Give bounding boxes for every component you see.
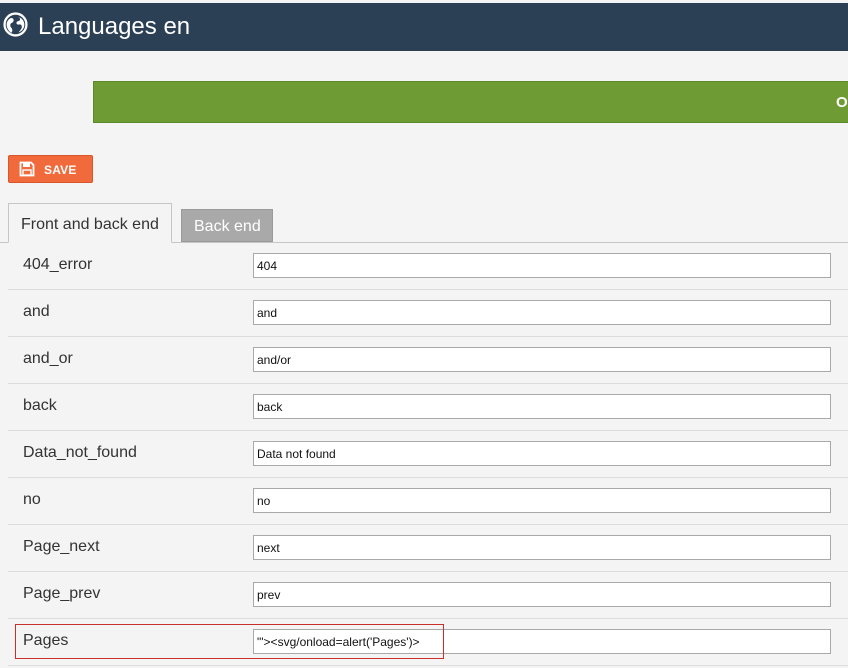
translation-value-input[interactable] [253, 347, 831, 372]
tab-back-end[interactable]: Back end [181, 209, 273, 242]
translation-row: Data_not_found [8, 431, 848, 478]
translation-value-input[interactable] [253, 300, 831, 325]
translation-value-input[interactable] [253, 253, 831, 278]
translation-key: Page_prev [23, 585, 101, 602]
translation-key: back [23, 397, 57, 414]
save-button[interactable]: SAVE [8, 155, 93, 183]
translation-row: 404_error [8, 243, 848, 290]
floppy-disk-icon [19, 161, 35, 177]
tab-bar: Front and back end Back end [0, 203, 848, 243]
translation-value-input[interactable] [253, 582, 831, 607]
translation-row: no [8, 478, 848, 525]
translation-key: and [23, 303, 50, 320]
translation-value-input[interactable] [253, 488, 831, 513]
translation-key: Pages [23, 632, 69, 649]
success-alert: O [93, 81, 848, 123]
translation-key: and_or [23, 350, 73, 367]
translation-key: Data_not_found [23, 444, 137, 461]
tab-label: Front and back end [21, 216, 159, 233]
translation-key: Page_next [23, 538, 100, 555]
tab-label: Back end [194, 218, 261, 235]
translation-row: and_or [8, 337, 848, 384]
alert-text: O [836, 94, 848, 111]
page-title: Languages en [38, 13, 191, 40]
translation-row: back [8, 384, 848, 431]
tab-front-and-back-end[interactable]: Front and back end [8, 203, 172, 243]
page-header: Languages en [0, 3, 848, 51]
translation-value-input[interactable] [253, 441, 831, 466]
translation-key: 404_error [23, 256, 93, 273]
translation-row: Pages [8, 619, 848, 666]
globe-icon [3, 12, 28, 37]
translation-value-input[interactable] [253, 535, 831, 560]
save-label: SAVE [44, 163, 77, 177]
translation-row: Page_next [8, 525, 848, 572]
translation-key: no [23, 491, 41, 508]
translation-row: Page_prev [8, 572, 848, 619]
translation-list: 404_error and and_or back Data_not_found… [8, 243, 848, 666]
translation-row: and [8, 290, 848, 337]
translation-value-input[interactable] [253, 394, 831, 419]
translation-value-input[interactable] [253, 629, 831, 654]
